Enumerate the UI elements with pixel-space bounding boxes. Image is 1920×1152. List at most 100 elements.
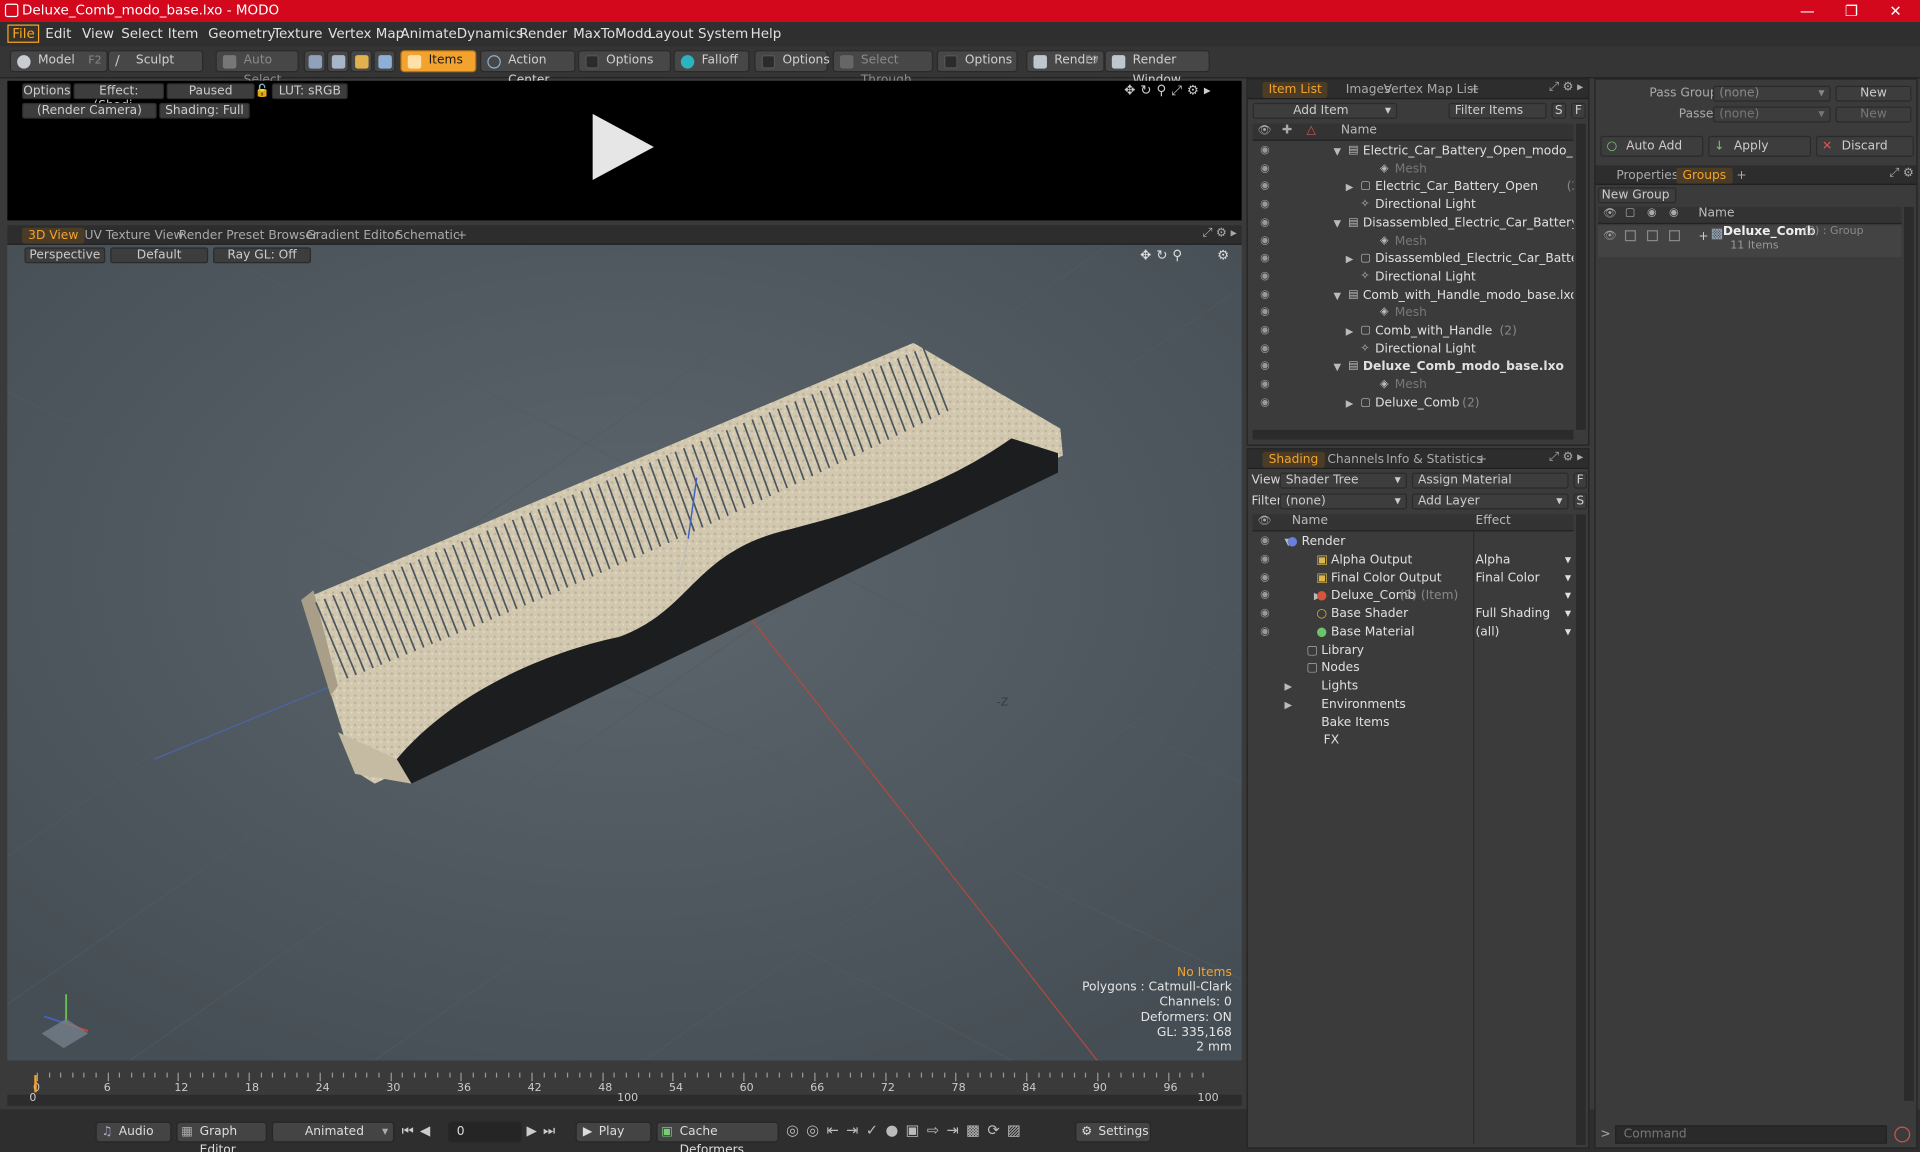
eye-icon[interactable]: ◉ [1259,289,1271,301]
eye-icon[interactable]: ◉ [1259,554,1271,565]
item-list-row[interactable]: ◉ ✧ Directional Light [1253,340,1574,358]
item-list-tree[interactable]: ◉▼▤Electric_Car_Battery_Open_modo_base .… [1253,142,1574,426]
viewport-nav-icons[interactable]: ✥↻⚲ [1140,247,1187,263]
shader-tree-vscrollbar[interactable] [1575,514,1586,1145]
filter-items-field[interactable]: Filter Items [1448,102,1547,119]
shader-tree-row[interactable]: ▶ Lights [1253,677,1574,695]
tab-3d-view[interactable]: 3D View [22,227,85,244]
eye-icon[interactable]: ◉ [1259,626,1271,638]
tab-shading[interactable]: Shading [1262,451,1325,468]
default-style-dropdown[interactable]: Default [110,247,209,264]
render-button[interactable]: Render F9 [1026,50,1105,73]
collapse-icon[interactable]: ▼ [1333,358,1341,376]
assign-material-button[interactable]: Assign Material [1411,472,1569,489]
effect-dropdown[interactable]: Alpha ▾ [1476,551,1572,569]
shader-tree-row[interactable]: ◉ ▶ ● Deluxe_Comb (2) (Item) ▾ [1253,587,1574,605]
group-row-deluxe-comb[interactable]: 👁 + ▩ Deluxe_Comb (3) : Group 11 Items [1597,225,1902,258]
eye-icon[interactable]: ◉ [1259,145,1271,157]
discard-button[interactable]: ✕ Discard [1815,135,1914,157]
3d-viewport[interactable]: -Z Perspective Default Ray GL: Off ✥↻⚲ ⚙… [7,244,1242,1061]
eye-icon[interactable]: ◉ [1259,235,1271,247]
tab-item-list[interactable]: Item List [1262,82,1328,98]
item-list-vscrollbar[interactable] [1575,123,1586,430]
play-icon[interactable] [592,113,654,181]
polygons-mode-button[interactable] [350,50,373,73]
shader-tree-row[interactable]: ▢ Nodes [1253,659,1574,677]
eye-icon[interactable]: ◉ [1259,536,1271,547]
eye-icon[interactable]: ◉ [1259,163,1271,175]
item-list-row[interactable]: ◉ ▶ ▢ Electric_Car_Battery_Open (2) [1253,178,1573,196]
timeline[interactable]: 0 6 12 18 24 30 36 42 48 54 60 66 72 78 84 90 96 0 100 1… [7,1070,1242,1107]
shading-s-button[interactable]: S [1573,493,1587,510]
collapse-icon[interactable]: ▼ [1333,214,1341,232]
timeline-ruler[interactable]: 06121824303642485460667278849096 [7,1070,1241,1095]
menu-texture[interactable]: Texture [273,26,322,42]
panel-controls-icon[interactable]: ⤢⚙▸ [1549,81,1587,94]
lock-checkbox[interactable] [1646,230,1658,242]
shader-tree-row[interactable]: FX [1253,731,1574,749]
cache-deformers-button[interactable]: ▣ Cache Deformers [656,1121,779,1152]
menu-animate[interactable]: Animate [400,26,456,42]
close-icon[interactable]: ✕ [1873,0,1917,22]
panel-controls-icon[interactable]: ⤢⚙▸ [1202,227,1240,240]
menu-dynamics[interactable]: Dynamics [457,26,523,42]
shader-tree-row[interactable]: ▢ Library [1253,641,1574,659]
menu-geometry[interactable]: Geometry [208,26,275,42]
add-tab-icon[interactable]: + [451,228,474,244]
action-center-button[interactable]: Action Center [480,50,576,87]
eye-icon[interactable]: ◉ [1259,361,1271,373]
shader-tree-row[interactable]: ◉ ▣ Final Color Output Final Color ▾ [1253,569,1574,587]
render-window-button[interactable]: Render Window [1104,50,1210,87]
filter-dropdown[interactable]: (none) ▾ [1279,493,1407,510]
restore-icon[interactable]: ❐ [1829,0,1873,22]
passes-dropdown[interactable]: (none) ▾ [1713,106,1831,123]
eye-icon[interactable]: ◉ [1259,217,1271,229]
item-list-row[interactable]: ◉ ◈ Mesh [1253,232,1574,250]
shader-tree-row[interactable]: Bake Items [1253,713,1574,731]
preview-paused-button[interactable]: Paused [166,83,255,100]
falloff-button[interactable]: Falloff [673,50,750,73]
timeline-range-bar[interactable]: 0 100 100 [7,1092,1242,1106]
menu-layout[interactable]: Layout [648,26,694,42]
frame-field[interactable]: 0 [448,1121,522,1143]
panel-controls-icon[interactable]: ⤢⚙▸ [1549,451,1587,464]
collapse-icon[interactable]: ▼ [1333,286,1341,304]
animated-dropdown[interactable]: Animated ▾ [271,1121,395,1143]
new-pass-group-button[interactable]: New [1835,85,1912,102]
menu-help[interactable]: Help [751,26,782,42]
menu-edit[interactable]: Edit [45,26,71,42]
render-preview[interactable]: Options Effect: (Shadi... Paused 🔓 LUT: … [7,80,1242,221]
menu-vertex-map[interactable]: Vertex Map [328,26,404,42]
item-list-s-button[interactable]: S [1551,102,1567,119]
perspective-dropdown[interactable]: Perspective [24,247,106,264]
eye-icon[interactable]: ◉ [1259,608,1271,620]
eye-icon[interactable]: ◉ [1259,343,1271,355]
menu-render[interactable]: Render [519,26,567,42]
add-tab-icon[interactable]: + [1463,82,1486,98]
effect-dropdown[interactable]: (all) ▾ [1476,623,1572,641]
settings-button[interactable]: ⚙ Settings [1075,1121,1152,1143]
item-list-row[interactable]: ◉ ◈ Mesh [1253,160,1574,178]
item-list-row[interactable]: ◉ ◈ Mesh [1253,304,1574,322]
item-list-f-button[interactable]: F [1571,102,1586,119]
eye-icon[interactable]: ◉ [1259,181,1271,193]
eye-icon[interactable]: ◉ [1259,379,1271,391]
item-list-row[interactable]: ◉ ✧ Directional Light [1253,196,1574,214]
audio-button[interactable]: ♫ Audio [95,1121,172,1143]
lock-icon[interactable]: 🔓 [255,84,270,97]
model-mode-button[interactable]: Model F2 [9,50,108,73]
apply-button[interactable]: ↓ Apply [1708,135,1812,157]
eye-icon[interactable]: ◉ [1259,307,1271,319]
items-mode-button[interactable]: Items [400,50,477,73]
add-layer-dropdown[interactable]: Add Layer ▾ [1411,493,1569,510]
item-list-row[interactable]: ◉ ▶ ▢ Comb_with_Handle (2) [1253,322,1574,340]
select-through-button[interactable]: Select Through [832,50,934,87]
render-camera-dropdown[interactable]: (Render Camera) [22,102,157,119]
expand-icon[interactable]: ▶ [1346,178,1354,196]
shader-tree-row[interactable]: ◉ ○ Base Shader Full Shading ▾ [1253,605,1574,623]
menu-system[interactable]: System [698,26,748,42]
expand-icon[interactable]: ▶ [1346,250,1354,268]
shading-f-button[interactable]: F [1573,472,1587,489]
new-pass-button[interactable]: New [1835,106,1912,123]
raygl-dropdown[interactable]: Ray GL: Off [213,247,312,264]
